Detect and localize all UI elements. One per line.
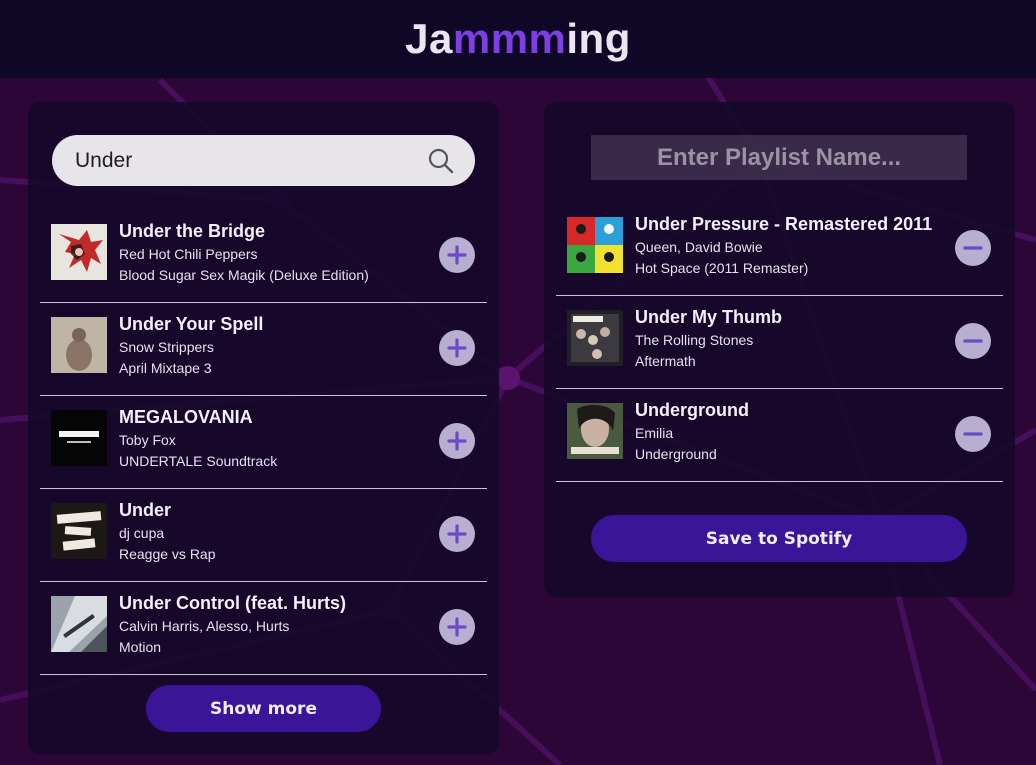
plus-icon [447,524,467,544]
search-icon[interactable] [427,147,455,175]
result-track: MEGALOVANIA Toby Fox UNDERTALE Soundtrac… [40,396,487,489]
playlist-list: Under Pressure - Remastered 2011 Queen, … [556,203,1003,482]
album-cover [51,596,107,652]
track-artist: Red Hot Chili Peppers [119,246,258,262]
remove-track-button[interactable] [955,323,991,359]
track-info: Under Pressure - Remastered 2011 Queen, … [635,213,943,279]
track-album: Underground [635,446,717,462]
app-logo: Ja mmm ing [405,15,631,63]
results-list: Under the Bridge Red Hot Chili Peppers B… [40,210,487,675]
add-track-button[interactable] [439,609,475,645]
track-album: Reagge vs Rap [119,546,216,562]
track-info: Under Control (feat. Hurts) Calvin Harri… [119,592,427,658]
plus-icon [447,617,467,637]
playlist-track: Under Pressure - Remastered 2011 Queen, … [556,203,1003,296]
track-info: Under dj cupa Reagge vs Rap [119,499,427,565]
result-track: Under Control (feat. Hurts) Calvin Harri… [40,582,487,675]
remove-track-button[interactable] [955,416,991,452]
logo-part-2: mmm [452,15,567,62]
album-cover [51,224,107,280]
track-album: Aftermath [635,353,696,369]
track-artist: Emilia [635,425,674,441]
track-name: Under My Thumb [635,307,782,327]
track-artist: Toby Fox [119,432,176,448]
album-cover [51,317,107,373]
playlist-name-input[interactable]: Enter Playlist Name... [591,135,967,180]
logo-part-1: Ja [405,15,453,62]
track-artist: Calvin Harris, Alesso, Hurts [119,618,290,634]
track-name: MEGALOVANIA [119,407,253,427]
logo-part-3: ing [566,15,631,62]
track-album: Blood Sugar Sex Magik (Deluxe Edition) [119,267,369,283]
track-info: MEGALOVANIA Toby Fox UNDERTALE Soundtrac… [119,406,427,472]
remove-track-button[interactable] [955,230,991,266]
save-to-spotify-button[interactable]: Save to Spotify [591,515,967,562]
plus-icon [447,338,467,358]
plus-icon [447,245,467,265]
album-cover [567,217,623,273]
track-info: Underground Emilia Underground [635,399,943,465]
album-cover [51,503,107,559]
track-info: Under My Thumb The Rolling Stones Afterm… [635,306,943,372]
album-cover [51,410,107,466]
track-album: April Mixtape 3 [119,360,212,376]
search-input[interactable]: Under [75,149,427,173]
playlist-track: Underground Emilia Underground [556,389,1003,482]
minus-icon [963,339,983,343]
result-track: Under dj cupa Reagge vs Rap [40,489,487,582]
result-track: Under the Bridge Red Hot Chili Peppers B… [40,210,487,303]
track-album: Hot Space (2011 Remaster) [635,260,809,276]
minus-icon [963,246,983,250]
minus-icon [963,432,983,436]
playlist-panel: Enter Playlist Name... Under Pressure - … [544,102,1015,597]
add-track-button[interactable] [439,516,475,552]
track-name: Under Control (feat. Hurts) [119,593,346,613]
track-artist: Queen, David Bowie [635,239,763,255]
show-more-button[interactable]: Show more [146,685,381,732]
track-name: Under [119,500,172,520]
app-header: Ja mmm ing [0,0,1036,78]
add-track-button[interactable] [439,237,475,273]
search-results-panel: Under Under the Bridge Red Hot Chili Pep… [28,102,499,754]
playlist-track: Under My Thumb The Rolling Stones Afterm… [556,296,1003,389]
track-name: Under Pressure - Remastered 2011 [635,214,933,234]
track-artist: Snow Strippers [119,339,214,355]
plus-icon [447,431,467,451]
track-info: Under the Bridge Red Hot Chili Peppers B… [119,220,427,286]
track-artist: dj cupa [119,525,165,541]
album-cover [567,403,623,459]
add-track-button[interactable] [439,330,475,366]
result-track: Under Your Spell Snow Strippers April Mi… [40,303,487,396]
track-artist: The Rolling Stones [635,332,754,348]
track-info: Under Your Spell Snow Strippers April Mi… [119,313,427,379]
search-bar[interactable]: Under [52,135,475,186]
track-name: Under the Bridge [119,221,266,241]
track-name: Underground [635,400,749,420]
album-cover [567,310,623,366]
add-track-button[interactable] [439,423,475,459]
track-name: Under Your Spell [119,314,264,334]
track-album: UNDERTALE Soundtrack [119,453,278,469]
track-album: Motion [119,639,162,655]
